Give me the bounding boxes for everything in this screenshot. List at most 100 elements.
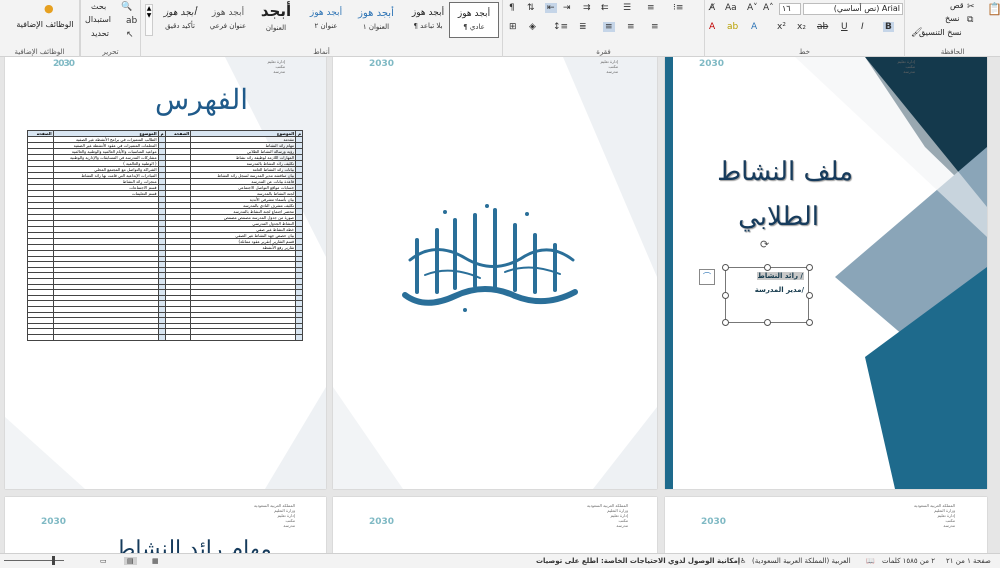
page-bottom-right[interactable]: 2030 المملكة العربية السعودية وزارة التع…: [665, 497, 987, 553]
subscript-icon[interactable]: x₂: [797, 22, 806, 32]
strikethrough-icon[interactable]: ab: [817, 22, 828, 32]
page-index[interactable]: 2030 إدارة تعليم مكتب مدرسة الفهرس م الم…: [5, 57, 326, 489]
align-center-icon[interactable]: ≡: [627, 22, 635, 32]
cut-button[interactable]: قص: [950, 1, 964, 10]
zoom-thumb[interactable]: [52, 556, 55, 565]
paste-icon[interactable]: 📋: [987, 2, 1000, 16]
zoom-slider[interactable]: [4, 560, 64, 561]
superscript-icon[interactable]: x²: [777, 22, 786, 32]
format-painter-button[interactable]: نسخ التنسيق: [919, 28, 962, 37]
italic-icon[interactable]: I: [861, 22, 864, 32]
text-effects-icon[interactable]: A: [751, 22, 757, 32]
status-bar: ▭ ▤ ▦ إمكانية الوصول لذوي الاحتياجات الخ…: [0, 553, 1000, 568]
align-right-icon[interactable]: ≡: [603, 22, 615, 32]
handle-mr[interactable]: [806, 292, 813, 299]
grow-font-icon[interactable]: A˄: [763, 3, 774, 13]
vision-logo-middle: 2030: [369, 59, 395, 69]
styles-scroll[interactable]: ▲ ▼: [145, 4, 153, 36]
select-icon: ↖: [126, 30, 134, 40]
font-group-label: خط: [799, 48, 810, 56]
page-bottom-left[interactable]: 2030 المملكة العربية السعودية وزارة التع…: [5, 497, 326, 553]
index-table-row: [27, 333, 303, 341]
language-status[interactable]: العربية (المملكة العربية السعودية): [752, 557, 851, 565]
bold-icon[interactable]: B: [883, 22, 894, 32]
proofing-icon[interactable]: 📖: [866, 557, 875, 565]
highlight-icon[interactable]: ab: [727, 22, 738, 32]
addins-button[interactable]: الوظائف الإضافية: [10, 20, 80, 29]
font-color-icon[interactable]: A: [709, 22, 715, 32]
replace-button[interactable]: استبدال: [85, 15, 111, 24]
view-web-icon[interactable]: ▤: [124, 557, 137, 565]
ltr-icon[interactable]: ⇥: [563, 3, 571, 13]
clear-format-icon[interactable]: A̸: [709, 3, 715, 13]
style-subtitle[interactable]: أبجد هوز عنوان فرعي: [203, 2, 253, 38]
pilcrow-icon[interactable]: ¶: [509, 3, 515, 13]
rtl-icon[interactable]: ⇤: [545, 3, 557, 13]
cover-title-line1: ملف النشاط: [717, 157, 853, 187]
handle-tl[interactable]: [722, 264, 729, 271]
style-subtle-emphasis[interactable]: أبجد هوز تأكيد دقيق: [155, 2, 205, 38]
index-table[interactable]: م الموضوع الصفحة م الموضوع الصفحة مقدمه ا…: [27, 130, 303, 341]
underline-icon[interactable]: U: [841, 22, 848, 32]
select-button[interactable]: تحديد: [91, 29, 109, 38]
shading-icon[interactable]: ◈: [529, 22, 536, 32]
line-spacing-icon[interactable]: ↕≡: [553, 22, 568, 32]
vision-logo-bottom-middle: 2030: [369, 517, 395, 527]
indent-icon[interactable]: ⇉: [583, 3, 591, 13]
view-read-icon[interactable]: ▦: [152, 557, 159, 565]
row-num-right[interactable]: [295, 333, 303, 341]
numbered-list-icon[interactable]: ≡: [647, 3, 655, 13]
find-button[interactable]: بحث: [91, 2, 106, 11]
rotate-handle-icon[interactable]: ⟳: [760, 238, 769, 251]
vision-logo-bottom-left: 2030: [41, 517, 67, 527]
index-table-wrap: م الموضوع الصفحة م الموضوع الصفحة مقدمه ا…: [27, 130, 303, 341]
document-canvas[interactable]: 2030 إدارة تعليم مكتب مدرسة الفهرس م الم…: [0, 57, 1000, 553]
handle-bl[interactable]: [722, 319, 729, 326]
addins-group-label: الوظائف الإضافية: [14, 48, 65, 56]
align-justify-icon[interactable]: ≣: [579, 22, 587, 32]
clipboard-group: ✂ قص ⧉ نسخ 🖌 نسخ التنسيق 📋 الحافظة: [904, 0, 1000, 57]
row-page-left[interactable]: [27, 333, 54, 341]
handle-ml[interactable]: [722, 292, 729, 299]
style-title[interactable]: أبجد العنوان: [251, 2, 301, 38]
style-heading-1[interactable]: أبجد هوز العنوان ١: [351, 2, 401, 38]
outdent-icon[interactable]: ⇇: [601, 3, 609, 13]
textbox-line2[interactable]: مدير المدرسة/: [755, 286, 804, 294]
bottom-left-header: المملكة العربية السعودية وزارة التعليم إ…: [253, 503, 295, 528]
layout-options-icon[interactable]: ⌒: [699, 269, 715, 285]
ribbon: ● الوظائف الإضافية الوظائف الإضافية 🔍 بح…: [0, 0, 1000, 57]
view-print-icon[interactable]: ▭: [100, 557, 107, 565]
handle-tm[interactable]: [764, 264, 771, 271]
page-bottom-middle[interactable]: 2030 المملكة العربية السعودية وزارة التع…: [333, 497, 657, 553]
handle-br[interactable]: [806, 319, 813, 326]
accessibility-status[interactable]: إمكانية الوصول لذوي الاحتياجات الخاصة: ا…: [536, 557, 740, 565]
handle-bm[interactable]: [764, 319, 771, 326]
row-page-right[interactable]: [164, 333, 192, 341]
multilevel-list-icon[interactable]: ☰: [623, 3, 631, 13]
change-case-icon[interactable]: Aa: [725, 3, 737, 13]
style-no-spacing[interactable]: أبجد هوز ¶ بلا تباعد: [403, 2, 453, 38]
page-basmala[interactable]: 2030 إدارة تعليم مكتب مدرسة: [333, 57, 657, 489]
bullet-list-icon[interactable]: ⁝≡: [673, 3, 683, 13]
font-group: A̸ Aa A˅ A˄ ١٦ Arial (نص أساسي) A ab A x…: [704, 0, 904, 57]
borders-icon[interactable]: ⊞: [509, 22, 517, 32]
row-num-left[interactable]: [157, 333, 166, 341]
word-count[interactable]: ٢ من ١٥٨٥ كلمات: [882, 557, 935, 565]
vision-logo-left: 2030: [53, 59, 75, 69]
row-topic-right[interactable]: [190, 333, 297, 341]
font-size-select[interactable]: ١٦: [779, 3, 801, 15]
align-left-icon[interactable]: ≡: [651, 22, 659, 32]
copy-button[interactable]: نسخ: [945, 14, 960, 23]
textbox-line1[interactable]: رائد النشاط /: [756, 272, 804, 280]
paragraph-group: ¶ ⇅ ⇤ ⇥ ⇉ ⇇ ☰ ≡ ⁝≡ ⊞ ◈ ↕≡ ≣ ≡ ≡ ≡ فقرة: [502, 0, 704, 57]
shrink-font-icon[interactable]: A˅: [747, 3, 758, 13]
row-topic-left[interactable]: [52, 333, 159, 341]
font-name-select[interactable]: Arial (نص أساسي): [803, 3, 903, 15]
style-heading-2[interactable]: أبجد هوز عنوان ٢: [301, 2, 351, 38]
textbox-selected[interactable]: ⟳ رائد النشاط / مدير المدرسة/: [722, 238, 813, 326]
page-number[interactable]: صفحة ١ من ٢١: [946, 557, 991, 565]
handle-tr[interactable]: [806, 264, 813, 271]
page-cover[interactable]: 2030 إدارة تعليم مكتب مدرسة ملف النشاط ا…: [665, 57, 987, 489]
sort-icon[interactable]: ⇅: [527, 3, 535, 13]
style-normal[interactable]: أبجد هوز ¶ عادي: [449, 2, 499, 38]
